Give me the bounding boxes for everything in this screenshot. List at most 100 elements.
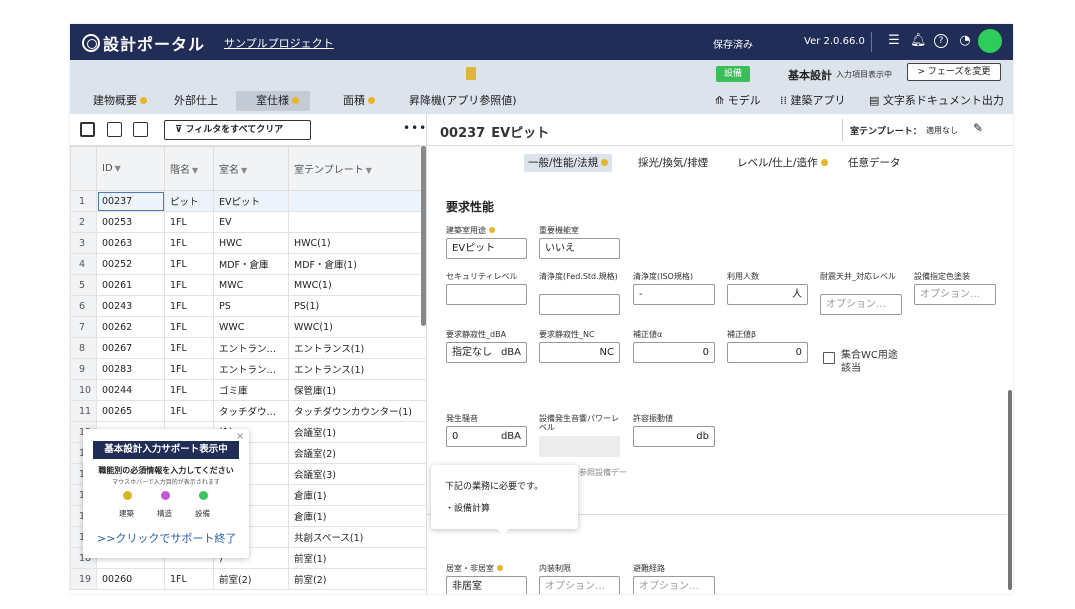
- cell-room[interactable]: MDF・倉庫: [213, 253, 289, 275]
- table-row[interactable]: 3 00263 1FL HWC HWC(1): [70, 232, 426, 254]
- cell-template[interactable]: 前室(1): [288, 547, 426, 569]
- cell-room[interactable]: タッチダウ…: [213, 400, 289, 422]
- filter-icon[interactable]: ▼: [241, 166, 247, 175]
- cell-id[interactable]: 00244: [96, 379, 165, 401]
- menu-icon[interactable]: ☰: [886, 33, 902, 49]
- security-field[interactable]: [446, 284, 527, 305]
- important-room-field[interactable]: いいえ: [539, 238, 620, 259]
- detail-scrollbar[interactable]: [1008, 390, 1012, 590]
- tab-exterior-finish[interactable]: 外部仕上: [174, 91, 218, 111]
- model-link[interactable]: ⟰ モデル: [715, 91, 761, 111]
- history-icon[interactable]: ◔: [957, 33, 973, 49]
- ceiling-select[interactable]: オプション…: [820, 294, 902, 315]
- cell-template[interactable]: 保管庫(1): [288, 379, 426, 401]
- evacuation-select[interactable]: オプション…: [633, 576, 715, 594]
- cell-floor[interactable]: 1FL: [164, 232, 214, 254]
- table-row[interactable]: 2 00253 1FL EV: [70, 211, 426, 233]
- table-scrollbar[interactable]: [421, 146, 426, 326]
- cell-floor[interactable]: 1FL: [164, 358, 214, 380]
- filter-icon[interactable]: ▼: [115, 164, 121, 173]
- cell-template[interactable]: PS(1): [288, 295, 426, 317]
- color-select[interactable]: オプション…: [914, 284, 996, 305]
- document-output-link[interactable]: ▤ 文字系ドキュメント出力: [869, 91, 1004, 111]
- cell-template[interactable]: 倉庫(1): [288, 484, 426, 506]
- table-row[interactable]: 7 00262 1FL WWC WWC(1): [70, 316, 426, 338]
- book-icon[interactable]: [466, 67, 476, 80]
- cell-id[interactable]: 00267: [96, 337, 165, 359]
- tab-general[interactable]: 一般/性能/法規: [524, 154, 613, 172]
- app-logo[interactable]: 設計ポータル: [82, 31, 205, 55]
- tab-elevator[interactable]: 昇降機(アプリ参照値): [409, 91, 517, 111]
- clean-iso-field[interactable]: -: [633, 284, 715, 305]
- cell-id[interactable]: 00262: [96, 316, 165, 338]
- edit-pencil-icon[interactable]: ✎: [973, 121, 983, 135]
- cell-room[interactable]: エントラン…: [213, 337, 289, 359]
- filter-icon[interactable]: ▼: [366, 166, 372, 175]
- table-row[interactable]: 6 00243 1FL PS PS(1): [70, 295, 426, 317]
- column-header-template[interactable]: 室テンプレート ▼: [288, 146, 426, 191]
- cell-template[interactable]: エントランス(1): [288, 358, 426, 380]
- cell-template[interactable]: エントランス(1): [288, 337, 426, 359]
- table-row[interactable]: 5 00261 1FL MWC MWC(1): [70, 274, 426, 296]
- cell-room[interactable]: EV: [213, 211, 289, 233]
- cell-id[interactable]: 00253: [96, 211, 165, 233]
- column-header-room[interactable]: 室名 ▼: [213, 146, 289, 191]
- cell-template[interactable]: [288, 211, 426, 233]
- cell-room[interactable]: MWC: [213, 274, 289, 296]
- tab-room-spec[interactable]: 室仕様: [236, 91, 310, 111]
- cell-floor[interactable]: 1FL: [164, 295, 214, 317]
- table-row[interactable]: 8 00267 1FL エントラン… エントランス(1): [70, 337, 426, 359]
- clean-fed-field[interactable]: [539, 294, 620, 315]
- cell-template[interactable]: 倉庫(1): [288, 505, 426, 527]
- clear-filters-button[interactable]: ⊽ フィルタをすべてクリア: [164, 120, 311, 140]
- filter-icon[interactable]: ▼: [192, 166, 198, 175]
- interior-select[interactable]: オプション…: [539, 576, 620, 594]
- tab-level-finish[interactable]: レベル/仕上/造作: [737, 154, 828, 172]
- cell-template[interactable]: 共創スペース(1): [288, 526, 426, 548]
- tab-custom-data[interactable]: 任意データ: [848, 154, 901, 172]
- cell-floor[interactable]: 1FL: [164, 211, 214, 233]
- cell-floor[interactable]: 1FL: [164, 568, 214, 590]
- noise-field[interactable]: 0 dBA: [446, 426, 527, 447]
- avatar[interactable]: [978, 29, 1002, 53]
- cell-room[interactable]: 前室(2): [213, 568, 289, 590]
- table-row[interactable]: 10 00244 1FL ゴミ庫 保管庫(1): [70, 379, 426, 401]
- change-phase-button[interactable]: > フェーズを変更: [907, 63, 1001, 81]
- users-field[interactable]: 人: [727, 284, 808, 305]
- cell-template[interactable]: WWC(1): [288, 316, 426, 338]
- cell-id[interactable]: 00265: [96, 400, 165, 422]
- quiet-dba-field[interactable]: 指定なし dBA: [446, 342, 527, 363]
- cell-floor[interactable]: ピット: [164, 190, 214, 212]
- cell-floor[interactable]: 1FL: [164, 316, 214, 338]
- cell-id[interactable]: 00252: [96, 253, 165, 275]
- cell-id[interactable]: 00283: [96, 358, 165, 380]
- cell-floor[interactable]: 1FL: [164, 379, 214, 401]
- cell-room[interactable]: ゴミ庫: [213, 379, 289, 401]
- tab-lighting[interactable]: 採光/換気/排煙: [638, 154, 708, 172]
- table-row[interactable]: 1 00237 ピット EVピット: [70, 190, 426, 212]
- cell-template[interactable]: MDF・倉庫(1): [288, 253, 426, 275]
- cell-floor[interactable]: 1FL: [164, 253, 214, 275]
- cell-id[interactable]: 00260: [96, 568, 165, 590]
- column-header-floor[interactable]: 階名 ▼: [164, 146, 214, 191]
- project-link[interactable]: サンプルプロジェクト: [224, 35, 334, 51]
- form-view-icon[interactable]: [133, 122, 148, 137]
- cell-room[interactable]: エントラン…: [213, 358, 289, 380]
- more-options-icon[interactable]: •••: [403, 121, 427, 135]
- table-row[interactable]: 11 00265 1FL タッチダウ… タッチダウンカウンター(1): [70, 400, 426, 422]
- cell-template[interactable]: 会議室(3): [288, 463, 426, 485]
- living-field[interactable]: 非居室: [446, 576, 527, 594]
- wc-checkbox[interactable]: [823, 352, 835, 364]
- cell-floor[interactable]: 1FL: [164, 337, 214, 359]
- tab-building-overview[interactable]: 建物概要: [93, 91, 147, 111]
- grid-view-icon[interactable]: [107, 122, 122, 137]
- cell-template[interactable]: 会議室(2): [288, 442, 426, 464]
- cell-room[interactable]: WWC: [213, 316, 289, 338]
- end-support-link[interactable]: >>クリックでサポート終了: [97, 530, 236, 546]
- help-icon[interactable]: ?: [934, 34, 948, 48]
- cell-id[interactable]: 00243: [96, 295, 165, 317]
- correction-b-field[interactable]: 0: [727, 342, 808, 363]
- cell-room[interactable]: HWC: [213, 232, 289, 254]
- quiet-nc-field[interactable]: NC: [539, 342, 620, 363]
- cell-floor[interactable]: 1FL: [164, 274, 214, 296]
